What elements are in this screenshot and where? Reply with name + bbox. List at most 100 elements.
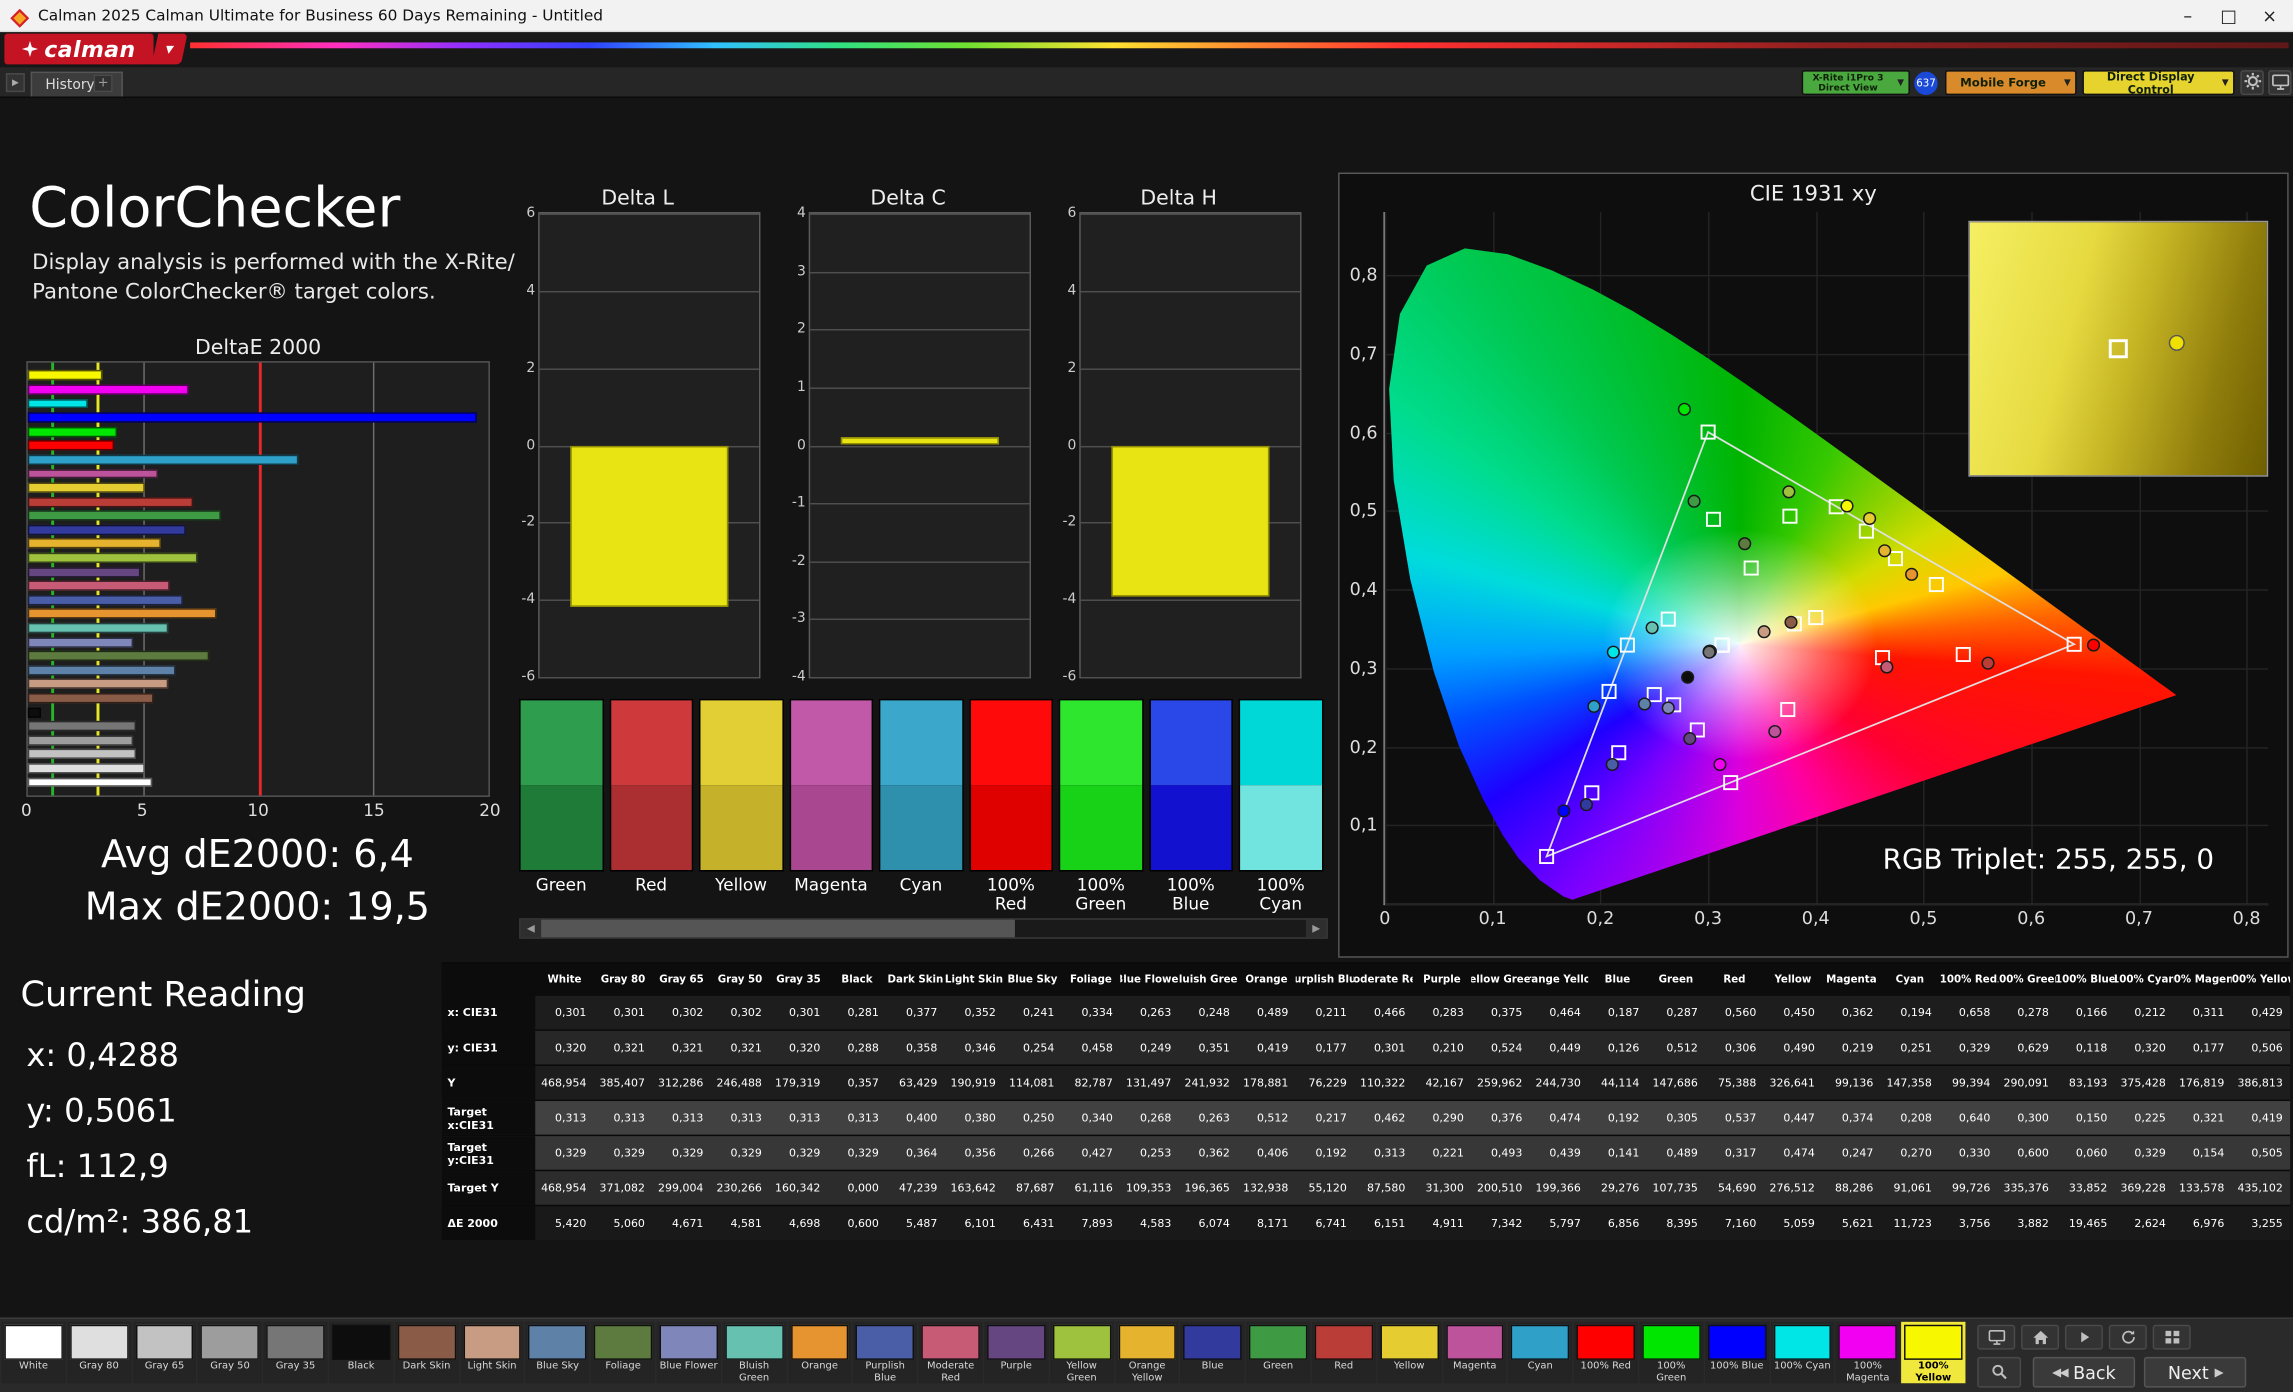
patch-button-Gray 50[interactable]: Gray 50 [198, 1322, 262, 1384]
deltae-x-tick: 15 [363, 800, 384, 820]
scroll-left-icon[interactable]: ◀ [521, 920, 541, 938]
table-col-header: Yellow Green [1471, 964, 1529, 995]
patch-button-Dark Skin[interactable]: Dark Skin [395, 1322, 459, 1384]
patch-button-Blue Flower[interactable]: Blue Flower [657, 1322, 721, 1384]
maximize-icon[interactable]: □ [2208, 0, 2249, 32]
cie-measured-point-Blue Flower [1662, 702, 1674, 714]
table-cell: 0,321 [652, 1031, 710, 1065]
patch-label: Yellow Green [1050, 1361, 1114, 1383]
patch-button-100% Yellow[interactable]: 100% Yellow [1901, 1322, 1965, 1384]
home-button[interactable] [2021, 1325, 2059, 1350]
refresh-button[interactable] [2109, 1325, 2147, 1350]
patch-button-Magenta[interactable]: Magenta [1443, 1322, 1507, 1384]
table-cell: 0,449 [1530, 1031, 1588, 1065]
display-settings-button[interactable] [2268, 70, 2291, 95]
delta-bar [570, 445, 728, 607]
patch-button-Orange[interactable]: Orange [788, 1322, 852, 1384]
add-tab-button[interactable]: + [94, 75, 113, 93]
grid-view-button[interactable] [2153, 1325, 2191, 1350]
patch-button-Blue[interactable]: Blue [1181, 1322, 1245, 1384]
table-cell: 0,313 [711, 1101, 769, 1135]
deltae-bar-row [28, 677, 489, 691]
patch-button-Bluish Green[interactable]: Bluish Green [722, 1322, 786, 1384]
play-button[interactable] [2065, 1325, 2103, 1350]
minimize-icon[interactable]: – [2167, 0, 2208, 32]
table-cell: 0,512 [1647, 1031, 1705, 1065]
deltae-bar-100% Yellow [28, 370, 103, 380]
source-dropdown[interactable]: Mobile Forge ▼ [1945, 70, 2077, 95]
table-row: Target Y468,954371,082299,004230,266160,… [442, 1170, 2290, 1205]
patch-label: Orange [788, 1361, 852, 1372]
patch-label: Red [1312, 1361, 1376, 1372]
settings-button[interactable] [2240, 70, 2263, 95]
search-button[interactable] [1977, 1357, 2021, 1388]
patch-button-Yellow[interactable]: Yellow [1377, 1322, 1441, 1384]
swatch-label: 100% Cyan [1239, 876, 1323, 914]
scrollbar-thumb[interactable] [541, 920, 1015, 938]
rgb-triplet-readout: RGB Triplet: 255, 255, 0 [1883, 844, 2214, 876]
table-cell: 0,439 [1530, 1136, 1588, 1170]
table-cell: 0,211 [1296, 996, 1354, 1030]
cie-1931-panel: CIE 1931 xy 00,10,10,20,20,30,30,40,40,5… [1338, 173, 2289, 958]
patch-label: 100% Magenta [1836, 1361, 1900, 1383]
patch-button-Cyan[interactable]: Cyan [1508, 1322, 1572, 1384]
swatch-scrollbar[interactable]: ◀ ▶ [519, 918, 1328, 938]
patch-button-Blue Sky[interactable]: Blue Sky [526, 1322, 590, 1384]
delta-l-title: Delta L [515, 187, 761, 212]
gear-icon [2243, 69, 2262, 97]
close-icon[interactable]: × [2249, 0, 2290, 32]
history-expander-icon[interactable]: ▶ [6, 73, 25, 92]
patch-button-Purplish Blue[interactable]: Purplish Blue [853, 1322, 917, 1384]
patch-button-Red[interactable]: Red [1312, 1322, 1376, 1384]
patch-button-Purple[interactable]: Purple [984, 1322, 1048, 1384]
table-cell: 63,429 [886, 1066, 944, 1100]
patch-button-Yellow Green[interactable]: Yellow Green [1050, 1322, 1114, 1384]
preview-monitor-button[interactable] [1977, 1325, 2015, 1350]
back-button[interactable]: ◀◀ Back [2033, 1357, 2135, 1388]
deltae-bar-100% Cyan [28, 398, 88, 408]
scroll-right-icon[interactable]: ▶ [1306, 920, 1326, 938]
deltae-bar-Blue [28, 525, 186, 535]
patch-button-Moderate Red[interactable]: Moderate Red [919, 1322, 983, 1384]
table-cell: 0,060 [2056, 1136, 2114, 1170]
next-button[interactable]: Next ▶ [2144, 1357, 2246, 1388]
delta-gridline [540, 213, 759, 214]
patch-button-Gray 80[interactable]: Gray 80 [67, 1322, 131, 1384]
delta-gridline [810, 271, 1029, 272]
table-cell: 0,250 [1003, 1101, 1061, 1135]
patch-button-Green[interactable]: Green [1246, 1322, 1310, 1384]
delta-gridline [540, 677, 759, 678]
scrollbar-track[interactable] [541, 920, 1306, 938]
display-control-dropdown[interactable]: Direct Display Control ▼ [2082, 70, 2234, 95]
deltae-bar-row [28, 621, 489, 635]
table-col-header: Dark Skin [886, 964, 944, 995]
patch-button-100% Green[interactable]: 100% Green [1639, 1322, 1703, 1384]
patch-button-Foliage[interactable]: Foliage [591, 1322, 655, 1384]
patch-label: Black [329, 1361, 393, 1372]
patch-button-100% Red[interactable]: 100% Red [1574, 1322, 1638, 1384]
table-row: Y468,954385,407312,286246,488179,3190,35… [442, 1064, 2290, 1099]
meter-dropdown[interactable]: X-Rite i1Pro 3 Direct View ▼ [1802, 70, 1910, 95]
patch-button-100% Blue[interactable]: 100% Blue [1705, 1322, 1769, 1384]
patch-button-Gray 35[interactable]: Gray 35 [264, 1322, 328, 1384]
table-cell: 196,365 [1179, 1171, 1237, 1205]
patch-button-Orange Yellow[interactable]: Orange Yellow [1115, 1322, 1179, 1384]
patch-selector-bar: WhiteGray 80Gray 65Gray 50Gray 35BlackDa… [0, 1317, 2293, 1392]
patch-label: Blue Sky [526, 1361, 590, 1372]
patch-button-Black[interactable]: Black [329, 1322, 393, 1384]
patch-swatch [659, 1325, 717, 1360]
patch-button-100% Cyan[interactable]: 100% Cyan [1770, 1322, 1834, 1384]
table-cell: 131,497 [1120, 1066, 1178, 1100]
patch-button-White[interactable]: White [1, 1322, 65, 1384]
cie-measured-point-Gray 35 [1703, 646, 1715, 658]
cie-target-square-Gray 35 [1716, 639, 1729, 652]
calman-logo: calman [4, 34, 153, 65]
table-cell: 0,241 [1003, 996, 1061, 1030]
cie-target-square-Red [1957, 648, 1970, 661]
logo-menu-dropdown[interactable]: ▼ [152, 34, 188, 65]
deltae-bar-Blue Flower [28, 637, 134, 647]
patch-button-Gray 65[interactable]: Gray 65 [132, 1322, 196, 1384]
patch-button-Light Skin[interactable]: Light Skin [460, 1322, 524, 1384]
table-cell: 276,512 [1764, 1171, 1822, 1205]
patch-button-100% Magenta[interactable]: 100% Magenta [1836, 1322, 1900, 1384]
